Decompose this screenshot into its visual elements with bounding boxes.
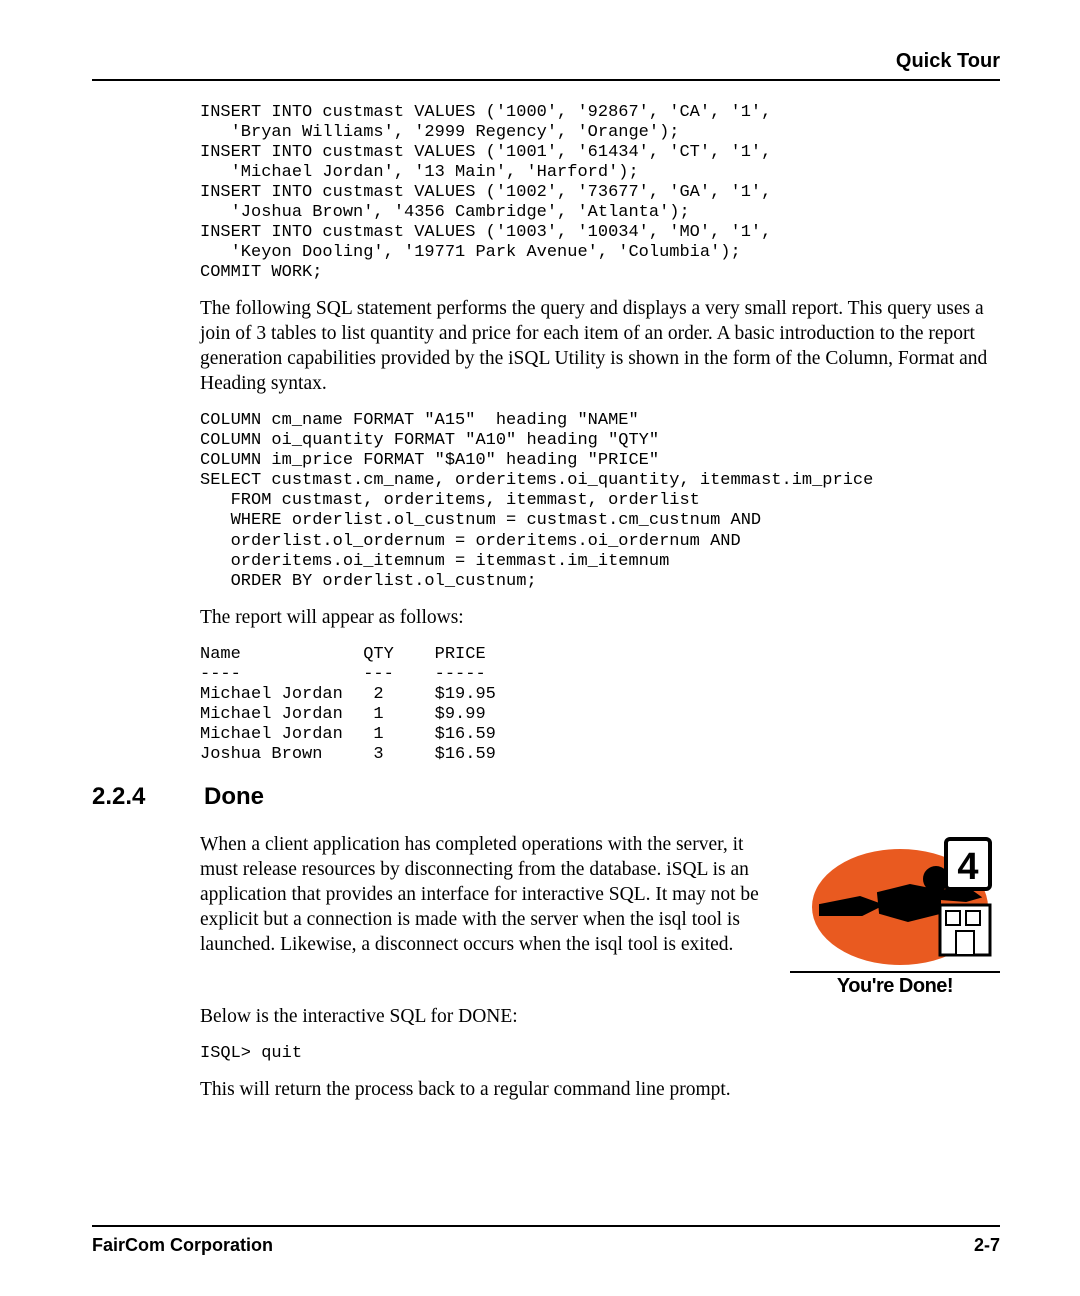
badge-icon: 4 (946, 839, 990, 889)
code-block-quit: ISQL> quit (200, 1044, 1000, 1064)
section-title: Done (204, 783, 264, 811)
document-page: Quick Tour INSERT INTO custmast VALUES (… (0, 0, 1080, 1296)
section-number: 2.2.4 (92, 783, 200, 811)
done-row: When a client application has completed … (200, 833, 1000, 1005)
page-content: INSERT INTO custmast VALUES ('1000', '92… (200, 103, 1000, 765)
paragraph-done-desc: When a client application has completed … (200, 833, 766, 958)
page-footer: FairCom Corporation 2-7 (92, 1225, 1000, 1256)
paragraph-query-intro: The following SQL statement performs the… (200, 297, 1000, 397)
code-block-select: COLUMN cm_name FORMAT "A15" heading "NAM… (200, 411, 1000, 591)
badge-number: 4 (957, 846, 978, 888)
header-title: Quick Tour (896, 50, 1000, 72)
done-illustration-icon: 4 (790, 835, 1000, 967)
figure-done: 4 You're Done! (790, 835, 1000, 1005)
section-heading: 2.2.4 Done (92, 783, 1000, 811)
page-header: Quick Tour (92, 50, 1000, 81)
footer-company: FairCom Corporation (92, 1235, 273, 1256)
paragraph-report-intro: The report will appear as follows: (200, 606, 1000, 631)
section-content: When a client application has completed … (200, 833, 1000, 1103)
paragraph-done-sql: Below is the interactive SQL for DONE: (200, 1005, 1000, 1030)
figure-rule (790, 971, 1000, 973)
done-text: When a client application has completed … (200, 833, 766, 972)
footer-page-number: 2-7 (974, 1235, 1000, 1256)
code-block-insert: INSERT INTO custmast VALUES ('1000', '92… (200, 103, 1000, 283)
figure-caption: You're Done! (790, 975, 1000, 998)
code-block-report: Name QTY PRICE ---- --- ----- Michael Jo… (200, 645, 1000, 765)
paragraph-done-return: This will return the process back to a r… (200, 1078, 1000, 1103)
